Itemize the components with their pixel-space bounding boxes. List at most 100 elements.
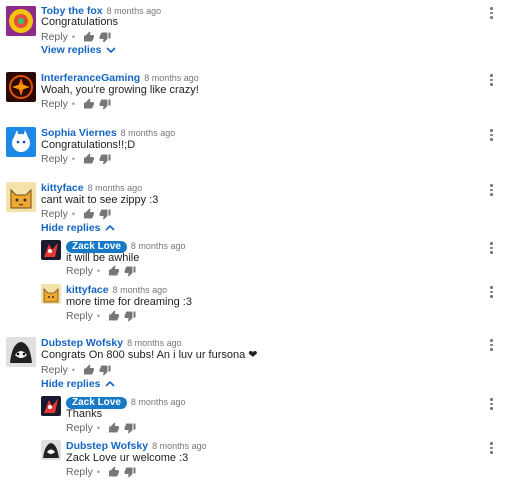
comment-author[interactable]: Dubstep Wofsky [41,337,123,349]
comment-text: more time for dreaming :3 [66,296,192,308]
comment-time[interactable]: 8 months ago [127,338,182,348]
toggle-label: View replies [41,44,102,56]
reply-button[interactable]: Reply [41,98,68,110]
comment-time[interactable]: 8 months ago [121,128,176,138]
comment-header: kittyface 8 months ago [41,182,142,194]
thumbs-up-icon[interactable] [83,364,95,376]
thumbs-down-icon[interactable] [99,98,111,110]
more-vert-icon[interactable] [490,398,494,410]
comment-author[interactable]: kittyface [66,284,109,296]
more-vert-icon[interactable] [490,339,494,351]
comment-header: Sophia Viernes 8 months ago [41,127,175,139]
thumbs-down-icon[interactable] [99,31,111,43]
comment-author[interactable]: Sophia Viernes [41,127,117,139]
separator-dot: • [71,154,76,164]
thumbs-up-icon[interactable] [108,422,120,434]
comment-time[interactable]: 8 months ago [107,6,162,16]
thumbs-up-icon[interactable] [108,265,120,277]
more-vert-icon[interactable] [490,184,494,196]
thumbs-up-icon[interactable] [83,98,95,110]
comment-text: Woah, you're growing like crazy! [41,84,199,96]
avatar[interactable] [6,337,36,367]
comment-time[interactable]: 8 months ago [144,73,199,83]
comment-actions: Reply • [66,422,136,434]
comment-text: Congratulations!!;D [41,139,136,151]
comment-actions: Reply • [41,98,111,110]
chevron-up-icon [104,380,115,387]
reply-button[interactable]: Reply [66,466,93,478]
comment-header: kittyface 8 months ago [66,284,167,296]
comment-text: cant wait to see zippy :3 [41,194,159,206]
avatar[interactable] [41,396,61,416]
more-vert-icon[interactable] [490,442,494,454]
thumbs-down-icon[interactable] [99,208,111,220]
hide-replies-button[interactable]: Hide replies [41,378,115,390]
chevron-up-icon [104,224,115,231]
thumbs-up-icon[interactable] [83,31,95,43]
comment-actions: Reply • [41,208,111,220]
thumbs-down-icon[interactable] [124,466,136,478]
thumbs-up-icon[interactable] [83,153,95,165]
comment-text: Congratulations [41,16,119,28]
reply-button[interactable]: Reply [41,208,68,220]
avatar[interactable] [41,240,61,260]
view-replies-button[interactable]: View replies [41,44,116,56]
comment-time[interactable]: 8 months ago [88,183,143,193]
separator-dot: • [71,99,76,109]
avatar[interactable] [6,72,36,102]
chevron-down-icon [105,47,116,54]
comment-header: Dubstep Wofsky 8 months ago [41,337,182,349]
reply-button[interactable]: Reply [66,265,93,277]
comment-text: Thanks [66,408,103,420]
separator-dot: • [96,423,101,433]
separator-dot: • [96,311,101,321]
reply-button[interactable]: Reply [66,422,93,434]
comment-time[interactable]: 8 months ago [131,397,186,407]
comment-time[interactable]: 8 months ago [131,241,186,251]
comment-author[interactable]: Dubstep Wofsky [66,440,148,452]
thumbs-up-icon[interactable] [108,310,120,322]
thumbs-down-icon[interactable] [124,422,136,434]
comment-actions: Reply • [66,466,136,478]
thumbs-down-icon[interactable] [124,310,136,322]
thumbs-down-icon[interactable] [99,153,111,165]
comment-time[interactable]: 8 months ago [152,441,207,451]
separator-dot: • [71,32,76,42]
more-vert-icon[interactable] [490,242,494,254]
comment-time[interactable]: 8 months ago [113,285,168,295]
separator-dot: • [96,266,101,276]
comment-author[interactable]: kittyface [41,182,84,194]
comment-header: InterferanceGaming 8 months ago [41,72,199,84]
avatar[interactable] [41,440,61,460]
toggle-label: Hide replies [41,222,101,234]
more-vert-icon[interactable] [490,129,494,141]
avatar[interactable] [6,182,36,212]
more-vert-icon[interactable] [490,286,494,298]
reply-button[interactable]: Reply [66,310,93,322]
comment-actions: Reply • [66,310,136,322]
avatar[interactable] [41,284,61,304]
comment-text: Zack Love ur welcome :3 [66,452,189,464]
avatar[interactable] [6,6,36,36]
thumbs-up-icon[interactable] [108,466,120,478]
separator-dot: • [96,467,101,477]
more-vert-icon[interactable] [490,74,494,86]
avatar[interactable] [6,127,36,157]
comment-actions: Reply • [41,153,111,165]
comment-text: it will be awhile [66,252,140,264]
toggle-label: Hide replies [41,378,101,390]
separator-dot: • [71,209,76,219]
comment-actions: Reply • [41,31,111,43]
thumbs-up-icon[interactable] [83,208,95,220]
comment-author[interactable]: InterferanceGaming [41,72,140,84]
thumbs-down-icon[interactable] [124,265,136,277]
separator-dot: • [71,365,76,375]
more-vert-icon[interactable] [490,7,494,19]
reply-button[interactable]: Reply [41,31,68,43]
hide-replies-button[interactable]: Hide replies [41,222,115,234]
reply-button[interactable]: Reply [41,153,68,165]
comment-actions: Reply • [66,265,136,277]
comment-actions: Reply • [41,364,111,376]
thumbs-down-icon[interactable] [99,364,111,376]
reply-button[interactable]: Reply [41,364,68,376]
